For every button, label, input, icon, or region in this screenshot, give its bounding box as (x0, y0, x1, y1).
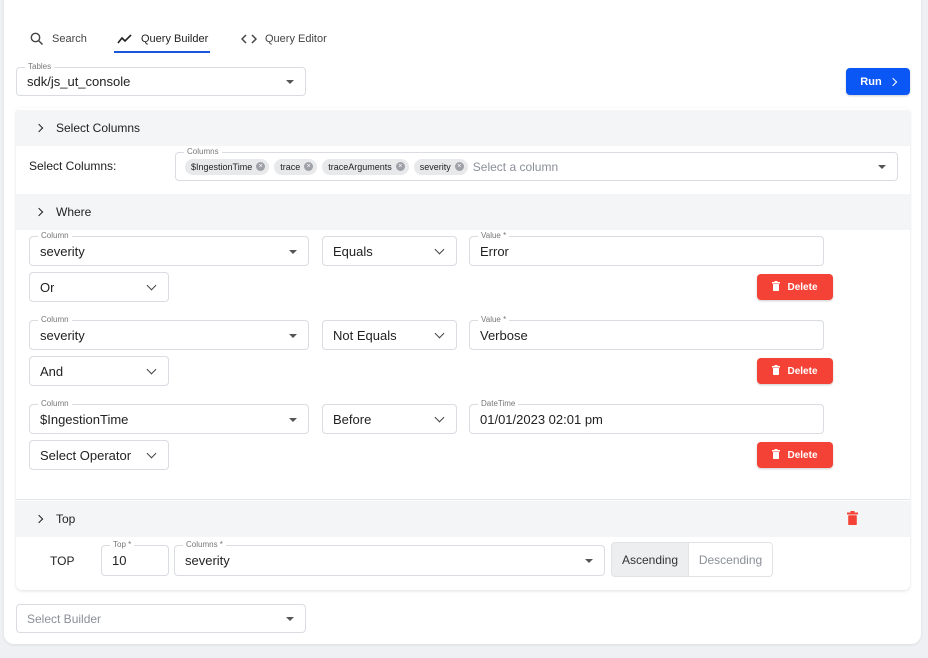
column-chip[interactable]: $IngestionTime × (185, 158, 270, 175)
where-value-input[interactable]: Value * Error (469, 231, 824, 266)
where-datetime-input[interactable]: DateTime 01/01/2023 02:01 pm (469, 399, 824, 434)
where-joiner-select[interactable]: And (29, 356, 169, 386)
tables-value: sdk/js_ut_console (27, 74, 131, 89)
chevron-down-icon (434, 412, 445, 423)
tables-select[interactable]: Tables sdk/js_ut_console (16, 62, 306, 96)
chevron-right-icon (34, 207, 44, 217)
where-joiner-select[interactable]: Select Operator (29, 440, 169, 470)
columns-placeholder: Select a column (472, 159, 559, 174)
chevron-right-icon (34, 514, 44, 524)
delete-condition-button[interactable]: Delete (757, 274, 833, 300)
columns-label: Columns (184, 147, 222, 157)
tables-label: Tables (25, 62, 55, 72)
chevron-down-icon (434, 244, 445, 255)
remove-chip-icon[interactable]: × (304, 162, 314, 171)
remove-chip-icon[interactable]: × (395, 162, 405, 171)
select-columns-header[interactable]: Select Columns (16, 110, 910, 146)
caret-down-icon (878, 165, 886, 169)
where-operator-select[interactable]: Before (322, 404, 457, 434)
where-joiner-select[interactable]: Or (29, 272, 169, 302)
chevron-right-icon (888, 77, 897, 86)
tab-query-editor[interactable]: Query Editor (241, 25, 327, 53)
where-column-select[interactable]: Column severity (29, 315, 309, 350)
caret-down-icon (289, 418, 297, 422)
section-title: Where (56, 205, 92, 219)
divider (16, 499, 910, 500)
select-builder[interactable]: Select Builder (16, 604, 306, 633)
tab-search[interactable]: Search (30, 25, 87, 53)
chevron-down-icon (434, 328, 445, 339)
chevron-right-icon (34, 123, 44, 133)
chevron-down-icon (146, 280, 157, 291)
tab-label: Query Builder (141, 33, 209, 45)
sort-descending-toggle[interactable]: Descending (688, 542, 773, 577)
trash-icon (772, 448, 781, 462)
caret-down-icon (585, 559, 593, 563)
top-columns-select[interactable]: Columns * severity (174, 540, 605, 576)
run-button[interactable]: Run (846, 68, 910, 95)
remove-chip-icon[interactable]: × (256, 162, 266, 171)
remove-chip-icon[interactable]: × (454, 162, 464, 171)
select-columns-label: Select Columns: (29, 159, 117, 173)
caret-down-icon (286, 617, 294, 621)
where-operator-select[interactable]: Not Equals (322, 320, 457, 350)
code-icon (241, 34, 257, 44)
sort-ascending-toggle[interactable]: Ascending (611, 542, 689, 577)
tab-label: Query Editor (265, 33, 327, 45)
delete-condition-button[interactable]: Delete (757, 358, 833, 384)
column-chip[interactable]: traceArguments × (322, 158, 409, 175)
where-column-select[interactable]: Column severity (29, 231, 309, 266)
top-row-label: TOP (50, 554, 75, 568)
where-header[interactable]: Where (16, 194, 910, 230)
columns-multiselect[interactable]: Columns $IngestionTime × trace × traceArgu… (175, 147, 898, 181)
trash-icon (772, 280, 781, 294)
chart-line-icon (117, 33, 133, 45)
where-column-select[interactable]: Column $IngestionTime (29, 399, 309, 434)
section-title: Top (56, 512, 76, 526)
caret-down-icon (289, 334, 297, 338)
column-chip[interactable]: trace × (274, 158, 318, 175)
active-tab-indicator (114, 51, 210, 53)
delete-condition-button[interactable]: Delete (757, 442, 833, 468)
run-label: Run (860, 75, 882, 88)
where-operator-select[interactable]: Equals (322, 236, 457, 266)
trash-icon (772, 364, 781, 378)
chevron-down-icon (146, 448, 157, 459)
section-title: Select Columns (56, 121, 141, 135)
search-icon (30, 32, 44, 46)
top-count-input[interactable]: Top * 10 (101, 540, 169, 576)
caret-down-icon (289, 250, 297, 254)
caret-down-icon (286, 80, 294, 84)
tab-label: Search (52, 33, 87, 45)
chevron-down-icon (146, 364, 157, 375)
trash-icon[interactable] (847, 511, 858, 528)
tab-query-builder[interactable]: Query Builder (117, 25, 208, 53)
top-header[interactable]: Top (16, 501, 910, 537)
where-value-input[interactable]: Value * Verbose (469, 315, 824, 350)
column-chip[interactable]: severity × (413, 158, 468, 175)
